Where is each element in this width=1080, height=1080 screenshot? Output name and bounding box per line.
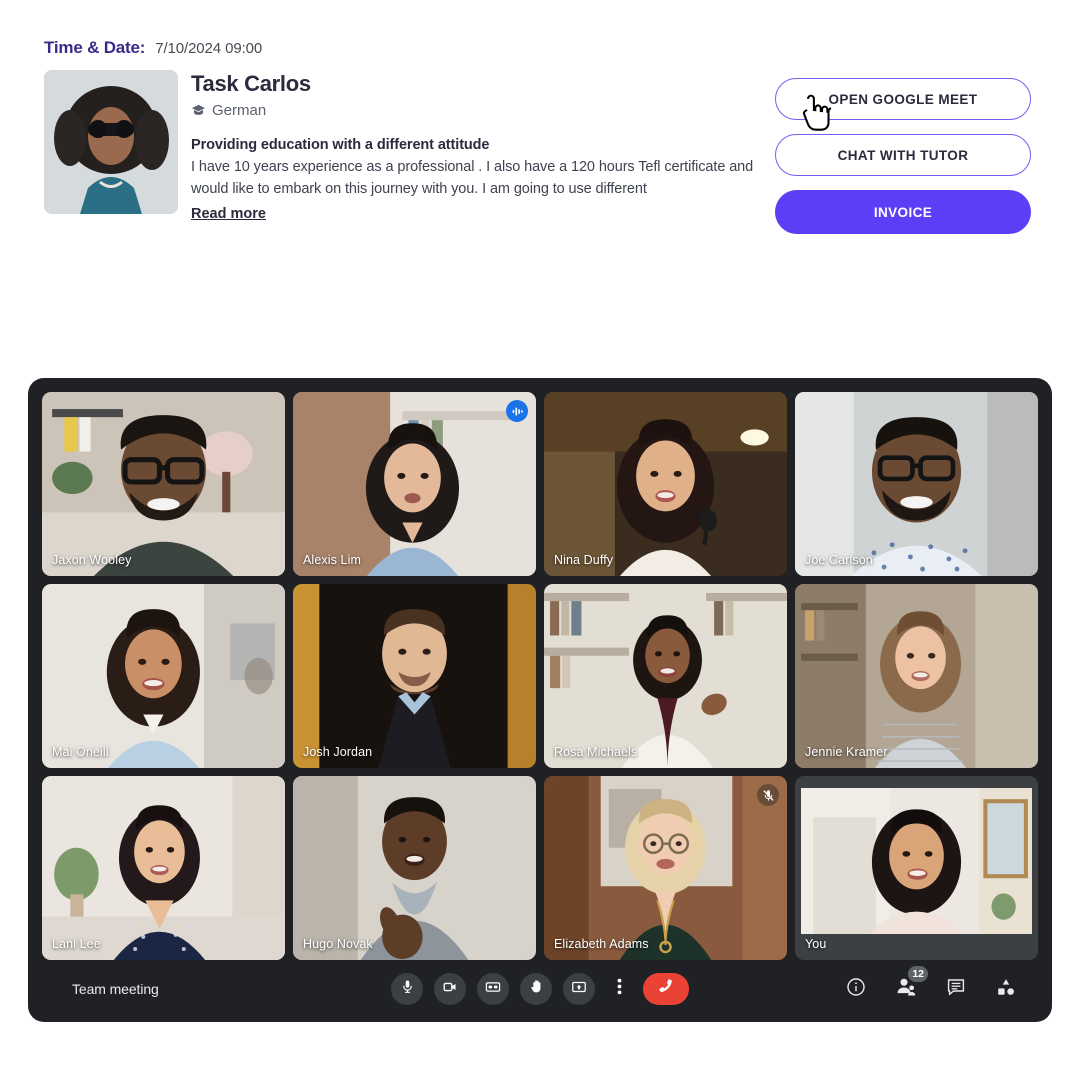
participant-tile[interactable]: Josh Jordan (293, 584, 536, 768)
meeting-control-bar: Team meeting 12 (28, 956, 1052, 1022)
tutor-avatar (44, 70, 178, 214)
tutor-headline: Providing education with a different att… (191, 137, 490, 153)
participant-count-badge: 12 (908, 966, 928, 982)
participant-name: Jaxon Wooley (52, 553, 132, 567)
muted-microphone-icon (757, 784, 779, 806)
participant-tile[interactable]: Elizabeth Adams (544, 776, 787, 960)
participant-name: Elizabeth Adams (554, 937, 649, 951)
raise-hand-icon (529, 979, 544, 999)
chat-button[interactable] (944, 977, 968, 1001)
microphone-icon (400, 979, 415, 999)
tutor-info: Task Carlos German Providing education w… (191, 70, 761, 223)
participant-tile[interactable]: Nina Duffy (544, 392, 787, 576)
meeting-controls (391, 973, 689, 1005)
booking-card: Time & Date: 7/10/2024 09:00 Task Carlos (0, 0, 1080, 360)
participant-tile[interactable]: Jennie Kramer (795, 584, 1038, 768)
open-google-meet-button[interactable]: OPEN GOOGLE MEET (775, 78, 1031, 120)
time-date-value: 7/10/2024 09:00 (155, 40, 263, 57)
camera-icon (442, 979, 458, 1000)
participant-name: Joe Carlson (805, 553, 873, 567)
participant-tile[interactable]: Hugo Novak (293, 776, 536, 960)
graduation-cap-icon (191, 103, 206, 118)
participant-video (42, 584, 285, 768)
chat-icon (946, 977, 966, 1002)
participant-grid: Jaxon Wooley Alexis Lim Nina Duffy Joe C… (42, 392, 1038, 960)
meeting-title: Team meeting (72, 981, 159, 997)
speaking-indicator-icon (506, 400, 528, 422)
time-and-date-row: Time & Date: 7/10/2024 09:00 (44, 38, 262, 58)
participant-name: Lani Lee (52, 937, 101, 951)
tutor-language-label: German (212, 102, 267, 119)
video-meeting-window: Jaxon Wooley Alexis Lim Nina Duffy Joe C… (28, 378, 1052, 1022)
info-icon (846, 977, 866, 1002)
present-screen-button[interactable] (563, 973, 595, 1005)
participant-name: Josh Jordan (303, 745, 373, 759)
invoice-button[interactable]: INVOICE (775, 190, 1031, 234)
participant-tile[interactable]: Jaxon Wooley (42, 392, 285, 576)
participant-video (544, 584, 787, 768)
tutor-name: Task Carlos (191, 71, 311, 96)
end-call-button[interactable] (643, 973, 689, 1005)
info-button[interactable] (844, 977, 868, 1001)
chat-with-tutor-button[interactable]: CHAT WITH TUTOR (775, 134, 1031, 176)
participant-video (42, 776, 285, 960)
participant-tile[interactable]: Lani Lee (42, 776, 285, 960)
camera-button[interactable] (434, 973, 466, 1005)
more-options-button[interactable] (606, 973, 632, 1005)
tutor-language-row: German (191, 102, 761, 119)
participant-name: Mai Oneill (52, 745, 109, 759)
participant-tile-self[interactable]: You (795, 776, 1038, 960)
participant-video (293, 584, 536, 768)
meeting-side-actions: 12 (844, 966, 1018, 1001)
present-screen-icon (571, 979, 587, 1000)
tutor-description: I have 10 years experience as a professi… (191, 159, 754, 197)
participant-name: Nina Duffy (554, 553, 614, 567)
participant-tile[interactable]: Joe Carlson (795, 392, 1038, 576)
participant-name: Alexis Lim (303, 553, 361, 567)
activities-icon (996, 977, 1016, 1002)
time-date-label: Time & Date: (44, 38, 146, 57)
participant-video (293, 776, 536, 960)
people-button[interactable]: 12 (894, 966, 928, 1001)
participant-name: You (805, 937, 827, 951)
participant-name: Rosa Michaels (554, 745, 638, 759)
participant-video (293, 392, 536, 576)
participant-video (544, 392, 787, 576)
participant-tile[interactable]: Alexis Lim (293, 392, 536, 576)
participant-name: Hugo Novak (303, 937, 373, 951)
end-call-icon (656, 976, 677, 1002)
participant-video (42, 392, 285, 576)
participant-video (795, 392, 1038, 576)
activities-button[interactable] (994, 977, 1018, 1001)
read-more-link[interactable]: Read more (191, 206, 266, 222)
participant-video (795, 584, 1038, 768)
participant-tile[interactable]: Mai Oneill (42, 584, 285, 768)
participant-name: Jennie Kramer (805, 745, 888, 759)
participant-tile[interactable]: Rosa Michaels (544, 584, 787, 768)
booking-action-buttons: OPEN GOOGLE MEET CHAT WITH TUTOR INVOICE (775, 78, 1031, 234)
microphone-button[interactable] (391, 973, 423, 1005)
closed-captions-icon (485, 979, 501, 1000)
closed-captions-button[interactable] (477, 973, 509, 1005)
participant-video (544, 776, 787, 960)
self-video (801, 788, 1032, 934)
more-options-icon (617, 978, 622, 1000)
raise-hand-button[interactable] (520, 973, 552, 1005)
